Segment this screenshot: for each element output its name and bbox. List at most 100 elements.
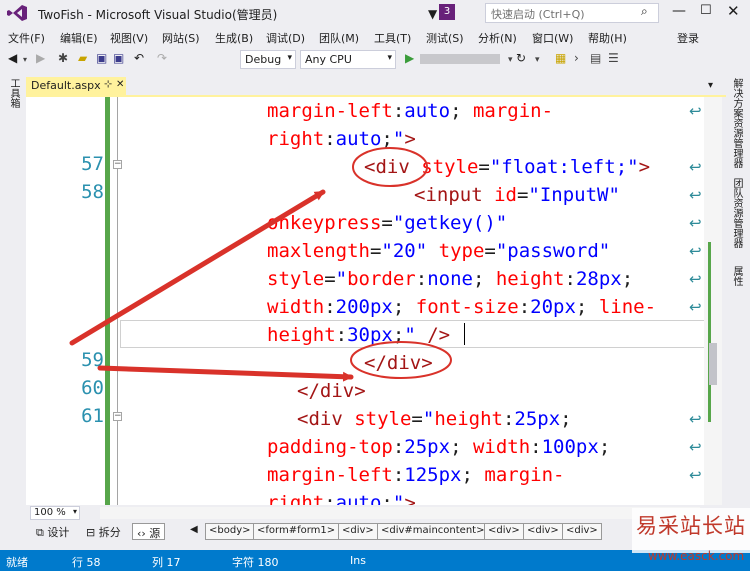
refresh-icon[interactable]: ↻ [516,51,526,65]
undo-icon[interactable]: ↶ [134,51,144,65]
menu-website[interactable]: 网站(S) [162,30,200,46]
collapse-icon[interactable]: − [113,412,122,421]
breadcrumb-item[interactable]: <div> [338,523,378,540]
toolbox-tab[interactable]: 工具箱 [7,78,20,108]
maximize-button[interactable]: ☐ [700,3,712,18]
source-label: 源 [149,527,161,540]
status-ready: 就绪 [6,556,28,569]
redo-icon[interactable]: ↷ [157,51,167,65]
tab-list-icon[interactable]: ▾ [708,80,713,91]
quick-launch-input[interactable]: 快速启动 (Ctrl+Q) [485,3,659,23]
solution-explorer-tab[interactable]: 解决方案资源管理器 [730,78,744,168]
code-line: </div> [364,352,433,374]
code-line: <input id="InputW" [414,184,620,206]
back-dropdown-icon[interactable]: ▾ [23,55,27,64]
code-line: margin-left:auto; margin- [267,100,554,122]
horizontal-scrollbar[interactable] [100,507,700,519]
toolbar-options-icon[interactable]: ☰ [608,51,619,65]
close-button[interactable]: ✕ [727,2,740,20]
breadcrumb-item[interactable]: <body> [205,523,255,540]
split-label: 拆分 [98,526,121,539]
scrollbar-change-marks [708,242,711,422]
zoom-select[interactable]: 100 % ▾ [30,506,80,520]
breadcrumb-left-icon[interactable]: ◀ [190,524,198,535]
menu-file[interactable]: 文件(F) [8,30,45,46]
line-number: 57 [81,153,104,175]
code-line: padding-top:25px; width:100px; [267,436,611,458]
chevron-down-icon: ▾ [72,507,77,516]
notification-badge[interactable]: 3 [439,4,455,20]
change-tracking-bar [105,97,110,505]
design-view-button[interactable]: ⧉ 设计 [32,523,73,540]
status-char: 字符 180 [232,556,279,569]
properties-tab[interactable]: 属性 [730,266,744,286]
configuration-value: Debug [245,53,282,66]
code-line: <div style="float:left;"> [364,156,651,178]
start-debugging-icon[interactable]: ▶ [405,51,414,65]
menu-test[interactable]: 测试(S) [426,30,464,46]
word-wrap-icon: ↩ [689,186,702,204]
line-number: 60 [81,377,104,399]
breadcrumb-item[interactable]: <form#form1> [253,523,340,540]
search-icon[interactable]: ⌕ [641,4,648,19]
close-tab-icon[interactable]: ✕ [116,79,124,90]
code-line: onkeypress="getkey()" [267,212,508,234]
menu-view[interactable]: 视图(V) [110,30,148,46]
team-explorer-tab[interactable]: 团队资源管理器 [730,178,744,248]
login-link[interactable]: 登录 [677,30,699,46]
save-icon[interactable]: ▣ [96,51,107,65]
filter-icon[interactable]: ▼ [428,7,437,21]
word-wrap-icon: ↩ [689,438,702,456]
zoom-value: 100 % [34,507,66,518]
source-icon: ‹› [137,527,150,540]
browser-link-icon[interactable]: ▦ [555,51,566,65]
breadcrumb-item[interactable]: <div> [562,523,602,540]
split-view-button[interactable]: ⊟ 拆分 [82,523,125,540]
back-icon[interactable]: ◀ [8,51,17,65]
status-insert-mode: Ins [350,554,366,567]
design-icon: ⧉ [36,526,48,539]
source-view-button[interactable]: ‹› 源 [132,523,166,540]
open-folder-icon[interactable]: ▰ [78,51,87,65]
breadcrumb-item[interactable]: <div> [484,523,524,540]
browser-dropdown-icon[interactable]: ▾ [508,55,513,65]
browser-target-label[interactable] [420,54,500,64]
toolbar-overflow-icon[interactable]: › [574,51,579,65]
save-all-icon[interactable]: ▣ [113,51,124,65]
word-wrap-icon: ↩ [689,242,702,260]
platform-select[interactable]: Any CPU ▾ [300,50,396,69]
line-number: 59 [81,349,104,371]
code-line: </div> [297,380,366,402]
collapse-icon[interactable]: − [113,160,122,169]
menu-build[interactable]: 生成(B) [215,30,253,46]
word-wrap-icon: ↩ [689,214,702,232]
new-project-icon[interactable]: ✱ [58,51,68,65]
menu-debug[interactable]: 调试(D) [266,30,305,46]
code-line: width:200px; font-size:20px; line- [267,296,657,318]
minimize-button[interactable]: — [672,3,686,19]
code-line: margin-left:125px; margin- [267,464,565,486]
forward-icon[interactable]: ▶ [36,51,45,65]
line-number: 58 [81,181,104,203]
code-line: <div style="height:25px; [297,408,572,430]
status-bar [0,550,750,571]
code-line: style="border:none; height:28px; [267,268,634,290]
breadcrumb-item[interactable]: <div#maincontent> [377,523,489,540]
menu-help[interactable]: 帮助(H) [588,30,627,46]
menu-window[interactable]: 窗口(W) [532,30,573,46]
refresh-dropdown-icon[interactable]: ▾ [535,55,540,65]
word-wrap-icon: ↩ [689,158,702,176]
window-title: TwoFish - Microsoft Visual Studio(管理员) [38,8,278,22]
breadcrumb-item[interactable]: <div> [523,523,563,540]
pin-icon[interactable]: ⊹ [104,79,112,90]
configuration-select[interactable]: Debug ▾ [240,50,296,69]
text-caret [464,323,465,345]
find-icon[interactable]: ▤ [590,51,601,65]
scrollbar-thumb[interactable] [709,343,717,385]
menu-edit[interactable]: 编辑(E) [60,30,98,46]
menu-team[interactable]: 团队(M) [319,30,359,46]
vertical-scrollbar[interactable] [704,97,722,505]
line-number: 61 [81,405,104,427]
menu-analyze[interactable]: 分析(N) [478,30,517,46]
menu-tools[interactable]: 工具(T) [374,30,411,46]
